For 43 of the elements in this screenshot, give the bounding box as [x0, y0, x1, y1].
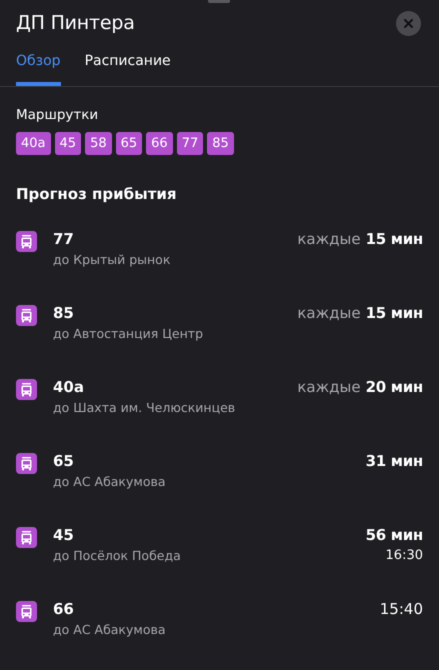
arrival-value: 56 мин	[366, 526, 423, 544]
route-chip[interactable]: 66	[146, 132, 173, 155]
bus-icon	[16, 231, 37, 252]
route-number: 85	[53, 304, 75, 322]
route-destination: до Автостанция Центр	[53, 326, 204, 342]
bus-icon	[16, 379, 37, 400]
route-destination: до АС Абакумова	[53, 474, 166, 490]
route-destination: до Посёлок Победа	[53, 548, 182, 564]
route-number: 65	[53, 452, 75, 470]
route-number: 66	[53, 600, 75, 618]
route-chip[interactable]: 40а	[16, 132, 51, 155]
drag-handle[interactable]	[208, 0, 230, 3]
interval-value: 15 мин	[366, 304, 423, 322]
route-destination: до Крытый рынок	[53, 252, 172, 268]
bus-icon	[16, 601, 37, 622]
tab[interactable]: Расписание	[84, 53, 171, 86]
arrival-value: 31 мин	[366, 452, 423, 470]
route-destination: до Шахта им. Челюскинцев	[53, 400, 236, 416]
route-number: 40а	[53, 378, 85, 396]
stop-title: ДП Пинтера	[16, 12, 135, 34]
bus-icon	[16, 305, 37, 326]
tab[interactable]: Обзор	[16, 53, 61, 86]
interval-value: 15 мин	[366, 230, 423, 248]
close-icon	[404, 18, 413, 28]
frequency-label: каждые	[297, 230, 361, 248]
frequency-label: каждые	[297, 304, 361, 322]
section-title: Маршрутки	[16, 107, 100, 123]
close-button[interactable]	[396, 10, 421, 36]
route-chip[interactable]: 45	[54, 132, 82, 155]
route-number: 45	[53, 526, 75, 544]
route-chip[interactable]: 65	[116, 132, 142, 155]
arrival-time: 15:40	[380, 600, 423, 618]
route-number: 77	[53, 230, 75, 248]
route-chip[interactable]: 85	[207, 132, 234, 155]
arrival-time: 16:30	[386, 548, 423, 564]
section-title: Прогноз прибытия	[16, 185, 178, 203]
interval-value: 20 мин	[366, 378, 423, 396]
route-chip[interactable]: 77	[176, 132, 204, 155]
route-destination: до АС Абакумова	[53, 622, 166, 638]
frequency-label: каждые	[297, 378, 361, 396]
bus-icon	[16, 527, 37, 548]
route-chip[interactable]: 58	[85, 132, 112, 155]
bus-icon	[16, 453, 37, 474]
